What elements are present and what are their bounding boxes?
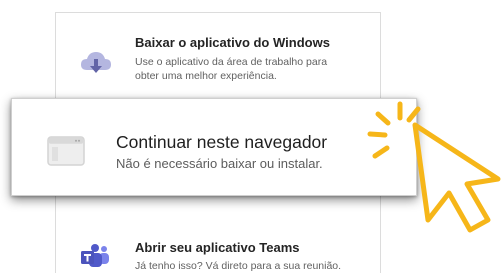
option-description: Já tenho isso? Vá direto para a sua reun…	[135, 260, 342, 272]
option-title: Abrir seu aplicativo Teams	[135, 240, 300, 255]
option-title: Continuar neste navegador	[116, 132, 328, 152]
teams-icon	[80, 244, 110, 273]
hand-pointer-click-icon	[360, 92, 502, 247]
option-title: Baixar o aplicativo do Windows	[135, 35, 330, 50]
browser-window-icon	[47, 136, 85, 171]
option-description: Não é necessário baixar ou instalar.	[116, 156, 323, 171]
cloud-download-icon	[80, 49, 112, 80]
download-windows-app-option[interactable]: Baixar o aplicativo do Windows Use o apl…	[56, 35, 380, 105]
option-description-line-1: Use o aplicativo da área de trabalho par…	[135, 56, 328, 68]
open-teams-app-option[interactable]: Abrir seu aplicativo Teams Já tenho isso…	[56, 240, 380, 280]
continue-in-browser-option[interactable]: Continuar neste navegador Não é necessár…	[11, 98, 417, 196]
option-description-line-2: obter uma melhor experiência.	[135, 70, 277, 82]
